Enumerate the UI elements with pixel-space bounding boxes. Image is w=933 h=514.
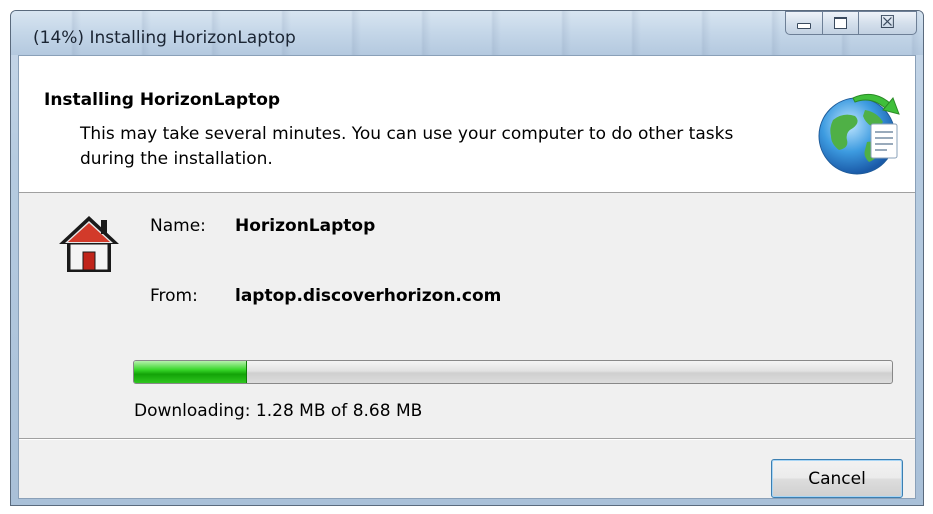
cancel-button[interactable]: Cancel: [771, 459, 903, 498]
window-title: (14%) Installing HorizonLaptop: [33, 28, 296, 48]
globe-installer-icon: [818, 93, 900, 175]
caption-buttons: ☒: [785, 11, 917, 37]
download-status: Downloading: 1.28 MB of 8.68 MB: [134, 401, 423, 421]
header-description: This may take several minutes. You can u…: [80, 124, 734, 169]
close-button[interactable]: ☒: [859, 11, 917, 35]
minimize-button[interactable]: [785, 11, 823, 35]
close-icon: ☒: [879, 12, 896, 33]
minimize-icon: [797, 23, 811, 29]
installer-window: (14%) Installing HorizonLaptop ☒ Install…: [10, 10, 924, 506]
dialog-content: Installing HorizonLaptop This may take s…: [18, 55, 916, 499]
header-panel: Installing HorizonLaptop This may take s…: [19, 56, 915, 193]
footer-divider: [19, 438, 915, 440]
name-label: Name:: [150, 216, 206, 236]
maximize-button[interactable]: [823, 11, 859, 35]
from-value: laptop.discoverhorizon.com: [235, 286, 502, 306]
maximize-icon: [834, 17, 847, 29]
name-value: HorizonLaptop: [235, 216, 376, 236]
title-bar[interactable]: (14%) Installing HorizonLaptop ☒: [11, 11, 923, 55]
header-title: Installing HorizonLaptop: [44, 90, 281, 110]
progress-fill: [134, 361, 247, 383]
download-progress-bar: [133, 360, 893, 384]
from-label: From:: [150, 286, 198, 306]
house-icon: [59, 216, 119, 272]
